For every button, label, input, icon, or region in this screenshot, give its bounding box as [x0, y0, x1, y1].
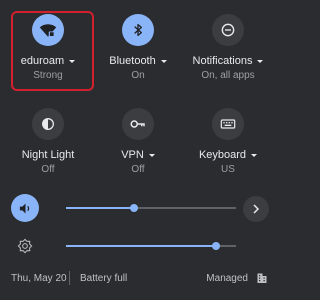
volume-slider-row — [0, 193, 278, 223]
bluetooth-label: Bluetooth — [109, 55, 156, 67]
vpn-tile[interactable]: VPN Off — [94, 108, 182, 175]
volume-slider-fill — [66, 207, 134, 209]
caret-down-icon — [257, 59, 264, 63]
brightness-button — [11, 232, 39, 260]
vpn-key-icon — [130, 120, 145, 128]
vpn-label: VPN — [121, 149, 144, 161]
keyboard-toggle-button[interactable] — [212, 108, 244, 140]
highlight-box — [11, 11, 94, 91]
status-divider — [69, 271, 70, 285]
keyboard-icon — [220, 119, 236, 129]
status-bar: Thu, May 20 Battery full Managed — [0, 262, 278, 300]
notifications-menu-label[interactable]: Notifications — [193, 55, 264, 67]
bluetooth-menu-label[interactable]: Bluetooth — [109, 55, 167, 67]
brightness-slider-thumb[interactable] — [211, 242, 220, 250]
night-light-label: Night Light — [21, 149, 75, 161]
bluetooth-toggle-button[interactable] — [122, 14, 154, 46]
night-light-status: Off — [41, 164, 55, 175]
vpn-status: Off — [131, 164, 145, 175]
mute-toggle-button[interactable] — [11, 194, 39, 222]
keyboard-menu-label[interactable]: Keyboard — [198, 149, 258, 161]
bluetooth-status: On — [131, 70, 145, 81]
keyboard-tile[interactable]: Keyboard US — [184, 108, 272, 175]
battery-status[interactable]: Battery full — [80, 273, 127, 284]
volume-icon — [19, 203, 29, 213]
notifications-label: Notifications — [192, 55, 253, 67]
keyboard-status: US — [221, 164, 235, 175]
night-light-tile[interactable]: Night Light Off — [4, 108, 92, 175]
caret-down-icon — [251, 153, 258, 157]
keyboard-label: Keyboard — [198, 149, 247, 161]
night-light-toggle-button[interactable] — [32, 108, 64, 140]
vpn-toggle-button[interactable] — [122, 108, 154, 140]
notifications-status: On, all apps — [201, 70, 255, 81]
night-light-label-wrap: Night Light — [22, 149, 75, 161]
brightness-slider-row — [0, 231, 278, 261]
do-not-disturb-icon — [221, 23, 235, 37]
audio-settings-button[interactable] — [243, 196, 269, 222]
managed-label[interactable]: Managed — [206, 273, 248, 284]
bluetooth-tile[interactable]: Bluetooth On — [94, 14, 182, 81]
volume-slider-thumb[interactable] — [130, 204, 138, 212]
brightness-slider[interactable] — [66, 242, 236, 250]
night-light-icon — [42, 118, 54, 130]
enterprise-building-icon[interactable] — [256, 271, 268, 285]
chevron-right-icon — [253, 204, 260, 214]
vpn-menu-label[interactable]: VPN — [121, 149, 155, 161]
brightness-icon — [17, 238, 33, 254]
caret-down-icon — [160, 59, 167, 63]
notifications-toggle-button[interactable] — [212, 14, 244, 46]
notifications-tile[interactable]: Notifications On, all apps — [184, 14, 272, 81]
brightness-slider-fill — [66, 245, 216, 247]
caret-down-icon — [148, 153, 155, 157]
date-label[interactable]: Thu, May 20 — [11, 273, 67, 284]
volume-slider[interactable] — [66, 204, 236, 212]
bluetooth-icon — [134, 24, 142, 36]
